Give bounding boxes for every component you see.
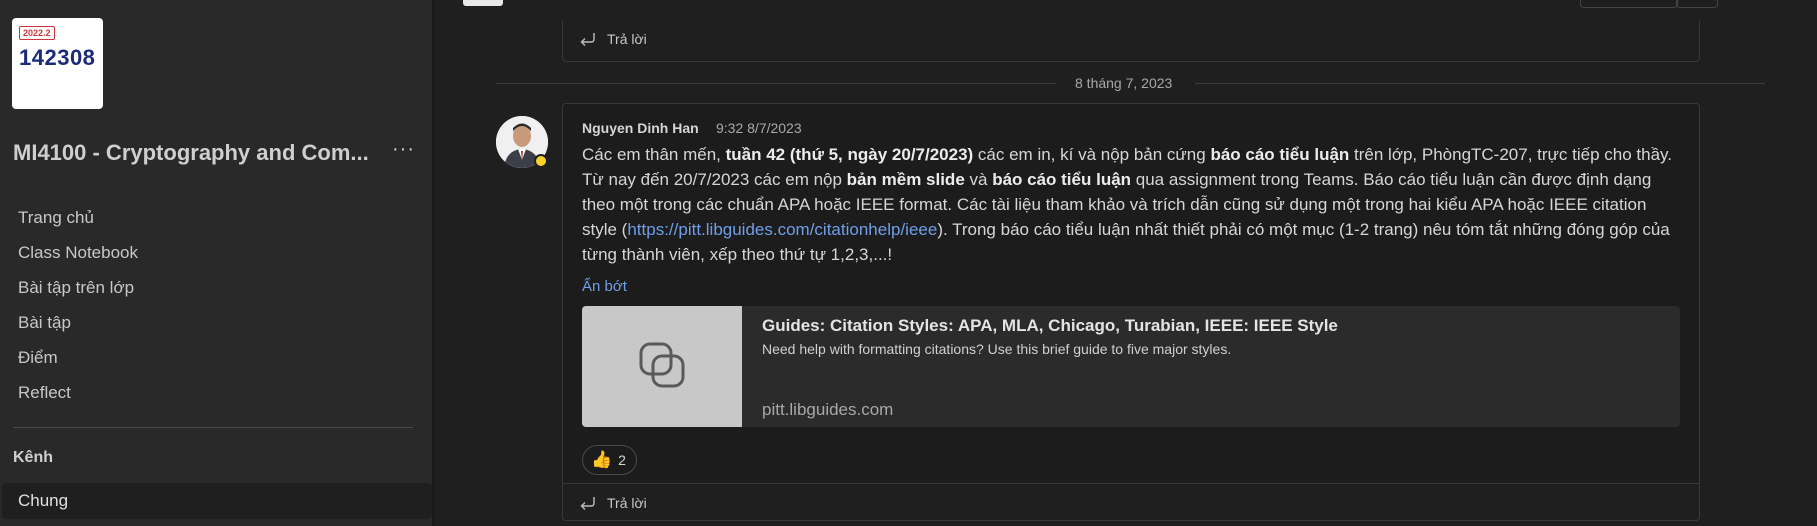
link-preview-description: Need help with formatting citations? Use… xyxy=(762,341,1232,357)
post-text-bold: tuần 42 (thứ 5, ngày 20/7/2023) xyxy=(725,145,974,164)
sidebar-resize-handle[interactable] xyxy=(432,0,435,526)
date-separator-line-right xyxy=(1195,83,1765,84)
reply-label: Trả lời xyxy=(607,31,647,47)
sidebar-item-class-notebook[interactable]: Class Notebook xyxy=(18,243,138,263)
channel-post: Nguyen Dinh Han 9:32 8/7/2023 Các em thâ… xyxy=(562,103,1700,484)
team-tile-badge: 2022.2 xyxy=(19,26,55,40)
post-body: Các em thân mến, tuần 42 (thứ 5, ngày 20… xyxy=(582,142,1682,267)
toolbar-button-stub[interactable] xyxy=(1580,0,1678,8)
post-author[interactable]: Nguyen Dinh Han xyxy=(582,120,699,136)
thumbs-up-icon: 👍 xyxy=(591,450,613,469)
link-preview-title: Guides: Citation Styles: APA, MLA, Chica… xyxy=(762,316,1338,335)
toolbar-dropdown-stub[interactable] xyxy=(1676,0,1718,8)
reaction-count: 2 xyxy=(618,452,626,468)
link-preview-card[interactable]: Guides: Citation Styles: APA, MLA, Chica… xyxy=(582,306,1680,427)
date-separator: 8 tháng 7, 2023 xyxy=(1075,75,1173,91)
post-text: Các em thân mến, xyxy=(582,145,726,164)
link-preview-domain: pitt.libguides.com xyxy=(762,400,894,419)
previous-post-avatar xyxy=(463,0,503,6)
sidebar-item-assignments[interactable]: Bài tập xyxy=(18,313,71,333)
show-less-link[interactable]: Ẩn bớt xyxy=(582,278,627,295)
channel-label: Chung xyxy=(18,491,69,510)
sidebar-item-home[interactable]: Trang chủ xyxy=(18,208,94,228)
reply-bar-previous[interactable]: Trả lời xyxy=(562,20,1700,62)
post-text-bold: báo cáo tiểu luận xyxy=(992,170,1132,189)
team-more-options-icon[interactable]: ··· xyxy=(392,138,415,161)
sidebar-item-classwork[interactable]: Bài tập trên lớp xyxy=(18,278,134,298)
copy-link-icon xyxy=(639,342,685,388)
reaction-like[interactable]: 👍 2 xyxy=(582,445,637,475)
sidebar: 2022.2 142308 MI4100 - Cryptography and … xyxy=(0,0,432,526)
team-avatar[interactable]: 2022.2 142308 xyxy=(12,18,103,109)
post-text-bold: báo cáo tiểu luận xyxy=(1210,145,1350,164)
team-name[interactable]: MI4100 - Cryptography and Com... xyxy=(13,140,393,166)
channel-item-general[interactable]: Chung xyxy=(2,483,432,519)
post-text: và xyxy=(964,170,993,189)
status-available-icon xyxy=(534,154,548,168)
post-link[interactable]: https://pitt.libguides.com/citationhelp/… xyxy=(627,220,937,239)
sidebar-item-grades[interactable]: Điểm xyxy=(18,348,58,368)
post-text: các em in, kí và nộp bản cứng xyxy=(973,145,1211,164)
reply-label: Trả lời xyxy=(607,495,647,511)
sidebar-divider xyxy=(13,427,413,428)
reply-icon xyxy=(580,497,595,510)
post-text-bold: bản mềm slide xyxy=(846,170,965,189)
link-preview-thumbnail xyxy=(582,306,742,427)
channels-header[interactable]: Kênh xyxy=(13,449,53,467)
reply-icon xyxy=(580,33,595,46)
reply-bar[interactable]: Trả lời xyxy=(562,483,1700,521)
post-timestamp: 9:32 8/7/2023 xyxy=(716,120,802,136)
sidebar-item-reflect[interactable]: Reflect xyxy=(18,383,71,403)
date-separator-line-left xyxy=(496,83,1056,84)
team-tile-code: 142308 xyxy=(19,45,96,70)
